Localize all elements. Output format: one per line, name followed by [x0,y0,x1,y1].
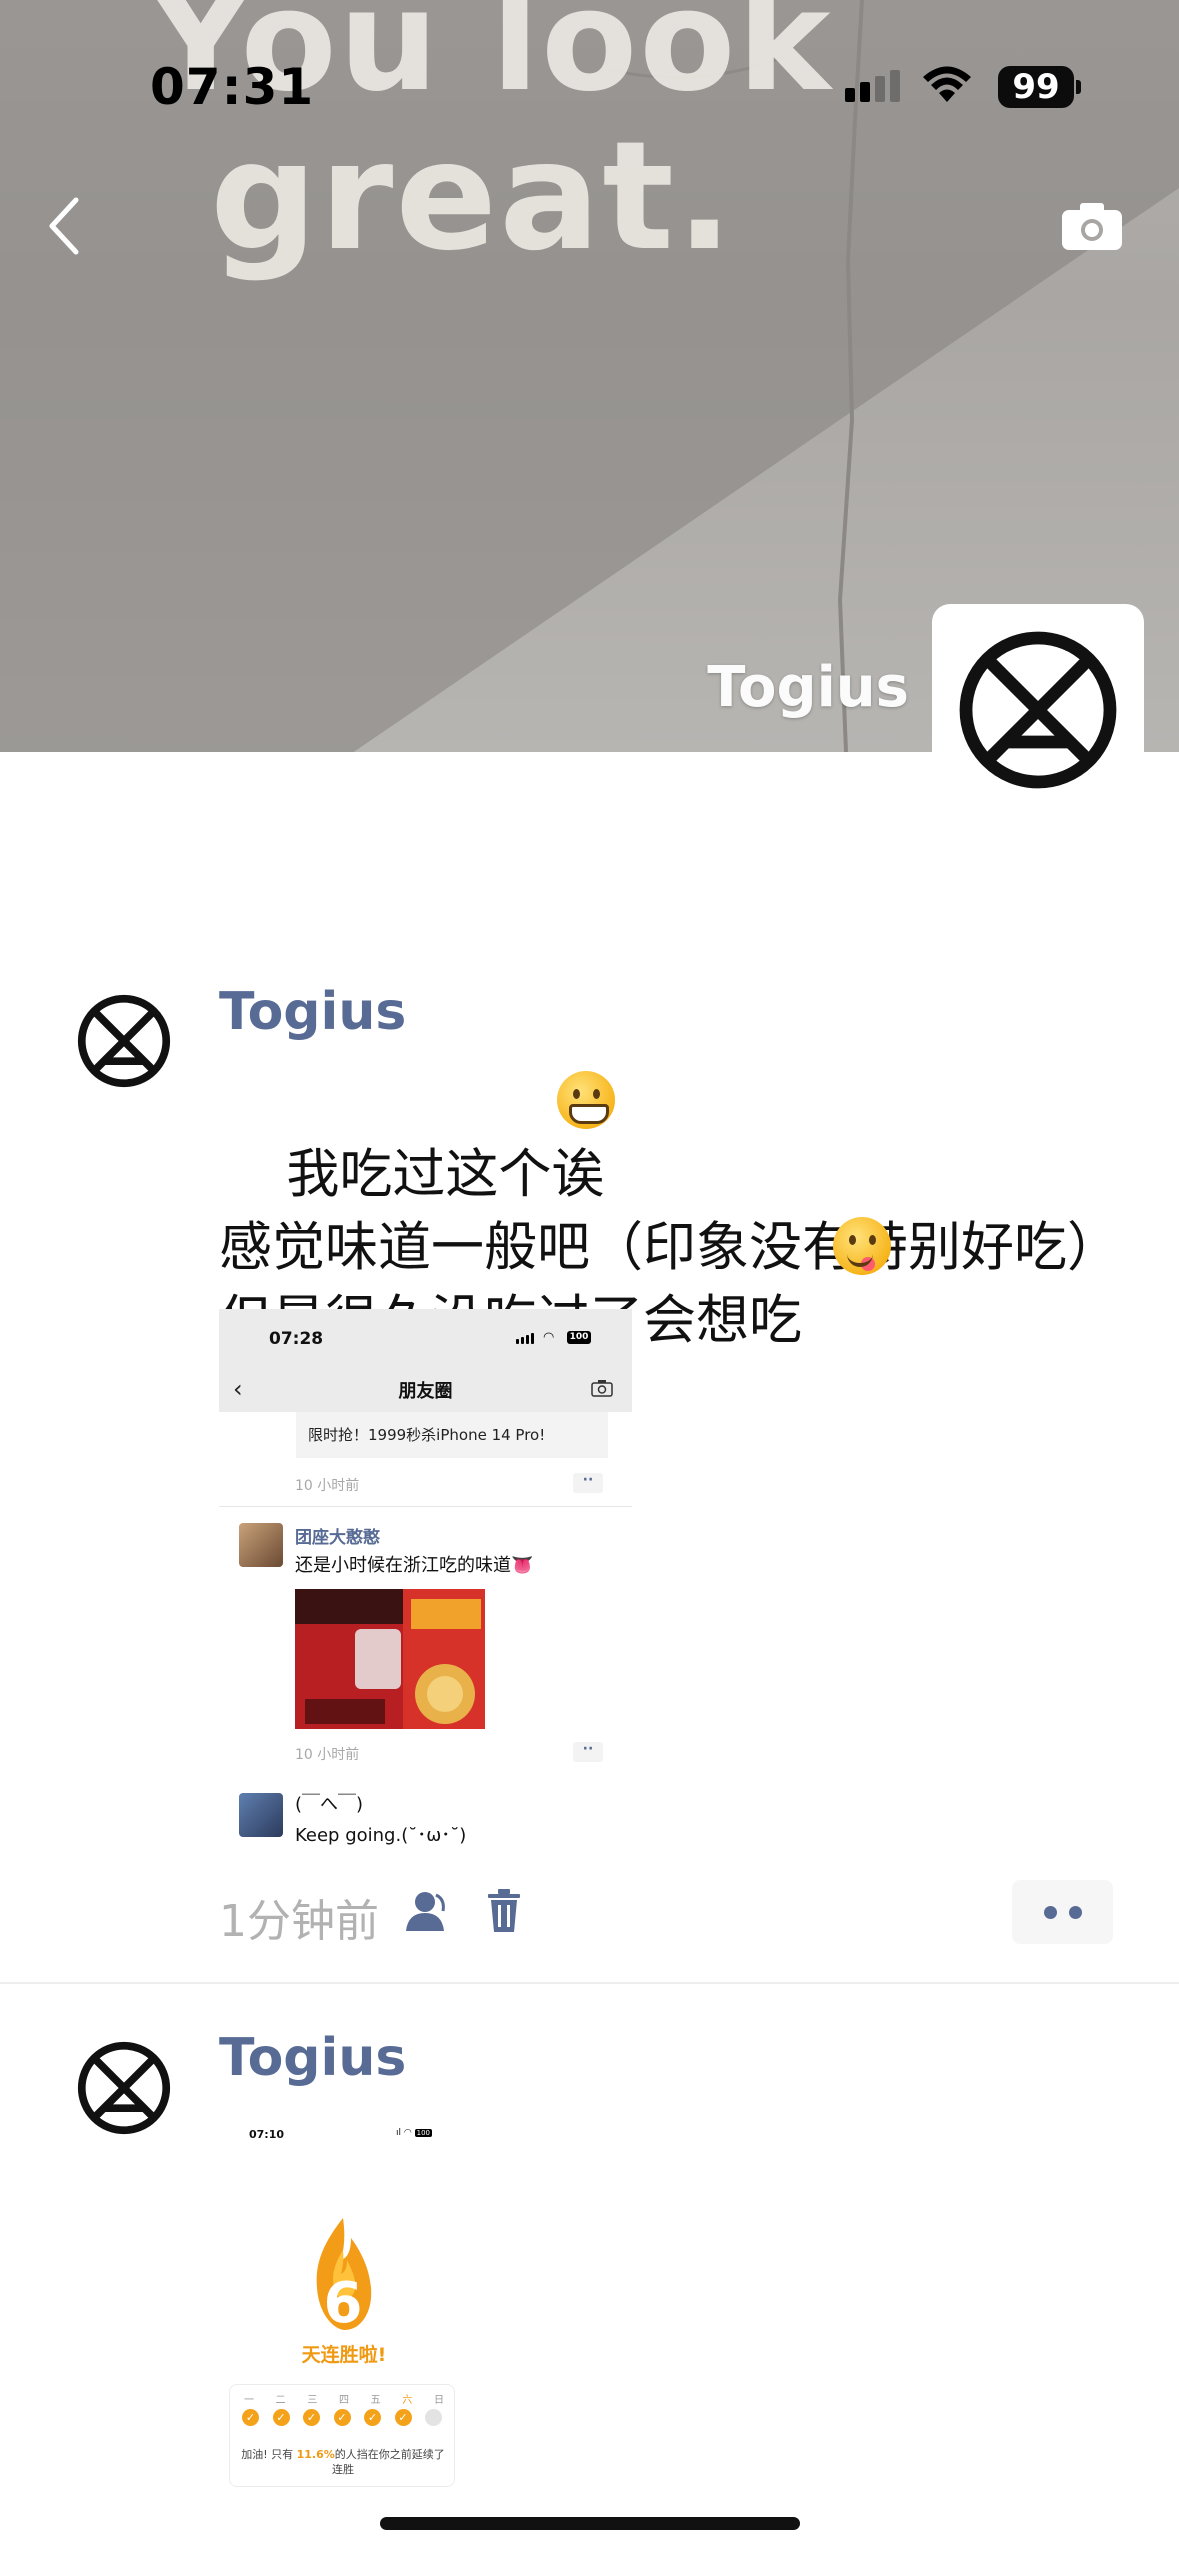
back-arrow-icon[interactable] [44,196,84,256]
screenshot-wifi-icon: ◠ [543,1330,555,1345]
status-time: 07:31 [150,58,315,116]
wall-text-line2: great. [210,110,735,284]
weekday: 四 [338,2395,349,2406]
screenshot-user-name: (￣へ￣) [295,1794,364,1815]
screenshot-battery-icon: 100 [414,2129,432,2137]
weekday: 二 [275,2395,286,2406]
avatar-logo-icon [77,994,171,1088]
delete-trash-icon[interactable] [486,1888,522,1934]
empty-check-icon: · [425,2409,442,2426]
dot [1068,1905,1082,1919]
post-divider [0,1982,1179,1984]
screenshot-more-icon: ·· [573,1473,603,1493]
camera-icon[interactable] [1060,200,1124,252]
author-name[interactable]: Togius [219,982,406,1042]
screenshot-timestamp: 10 小时前 [295,1747,360,1763]
screenshot-timestamp: 10 小时前 [295,1478,360,1494]
streak-number: 6 [324,2271,363,2332]
screenshot-more-icon: ·· [573,1742,603,1762]
cover-profile-name[interactable]: Togius [707,655,909,720]
post-time: 1分钟前 [219,1896,379,1947]
more-actions-button[interactable] [1012,1880,1113,1944]
screenshot-status-icons: ıl ◠ 100 [396,2128,432,2138]
screenshot-time: 07:28 [269,1329,324,1349]
screenshot-battery-icon: 100 [567,1331,591,1344]
streak-card: 一 二 三 四 五 六 日 ✓ ✓ ✓ ✓ ✓ ✓ · 加油! 只有 11.6%… [229,2384,455,2487]
check-icon: ✓ [272,2409,290,2426]
check-row: ✓ ✓ ✓ ✓ ✓ ✓ · [242,2409,442,2426]
screenshot-ad-text: 限时抢！1999秒杀iPhone 14 Pro! [296,1412,608,1458]
author-avatar[interactable] [76,993,172,1089]
weekday: 五 [370,2395,381,2406]
screenshot-user-name: 团座大憨憨 [295,1528,380,1548]
check-icon: ✓ [394,2409,412,2426]
streak-flame-icon: 6 [316,2218,372,2332]
screenshot-avatar [239,1793,283,1837]
author-avatar[interactable] [76,2040,172,2136]
check-icon: ✓ [242,2409,259,2426]
screenshot-signal-icon: ıl [396,2128,402,2138]
post-image[interactable]: 07:10 ıl ◠ 100 6 天连胜啦! 一 二 三 四 五 六 日 ✓ ✓ [219,2116,499,2556]
screenshot-user-text: 还是小时候在浙江吃的味道👅 [295,1555,534,1576]
streak-label: 天连胜啦! [301,2344,387,2366]
yum-emoji-icon [833,1217,891,1275]
avatar-logo-icon [77,2041,171,2135]
screenshot-user-text: Keep going.(˘･ω･˘) [295,1825,467,1846]
visibility-friends-icon[interactable] [403,1889,453,1933]
card-text-post: 的人挡在你之前延续了连胜 [332,2448,445,2476]
home-indicator[interactable] [380,2517,800,2530]
streak-card-text: 加油! 只有 11.6%的人挡在你之前延续了连胜 [238,2447,448,2477]
food-photo [295,1589,485,1729]
screenshot-time: 07:10 [249,2128,285,2141]
wifi-icon [923,66,971,102]
screenshot-title: 朋友圈 [398,1381,453,1402]
check-icon: ✓ [303,2409,320,2426]
avatar-logo-icon [959,631,1117,789]
weekday-row: 一 二 三 四 五 六 日 [244,2391,444,2406]
weekday: 六 [402,2395,413,2406]
check-icon: ✓ [364,2409,381,2426]
weekday: 三 [307,2395,318,2406]
screenshot-signal-icon [516,1333,534,1344]
grin-emoji-icon [557,1071,615,1129]
screenshot-divider [219,1506,632,1507]
battery-cap [1076,80,1081,94]
screenshot-wifi-icon: ◠ [403,2128,412,2138]
weekday: 日 [433,2395,444,2406]
cellular-signal-icon [845,70,900,102]
weekday: 一 [244,2395,254,2406]
card-text-pre: 加油! 只有 [241,2448,294,2461]
post-image[interactable]: 07:28 ◠ 100 ‹ 朋友圈 限时抢！1999秒杀iPhone 14 Pr… [219,1309,632,1849]
check-icon: ✓ [333,2409,351,2426]
cover-avatar[interactable] [932,604,1144,816]
dot [1043,1905,1057,1919]
author-name[interactable]: Togius [219,2028,406,2088]
screenshot-avatar [239,1523,283,1567]
screenshot-camera-icon [591,1380,613,1397]
battery-icon: 99 [998,66,1074,108]
screenshot-food-image [295,1589,485,1729]
card-percentage: 11.6% [296,2448,335,2461]
